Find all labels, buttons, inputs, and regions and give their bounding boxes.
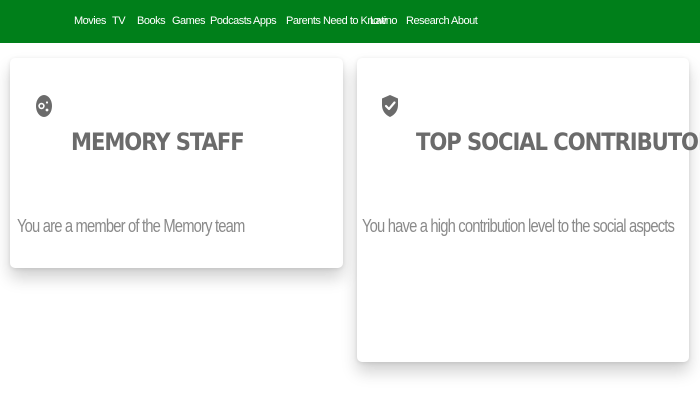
nav-item-about[interactable]: About [451,0,478,43]
nav-item-latino[interactable]: Latino [370,0,397,43]
badge-description: You have a high contribution level to th… [362,216,675,236]
nav-item-research[interactable]: Research [406,0,450,43]
nav-item-apps[interactable]: Apps [253,0,277,43]
badge-title: MEMORY STAFF [71,128,245,156]
nav-item-podcasts[interactable]: Podcasts [210,0,252,43]
nav-item-books[interactable]: Books [137,0,166,43]
badge-card-top-social-contributor: TOP SOCIAL CONTRIBUTOR You have a high c… [357,58,700,362]
shield-check-icon [381,94,399,118]
badge-card-memory-staff: MEMORY STAFF You are a member of the Mem… [10,58,343,268]
nav-item-movies[interactable]: Movies [74,0,106,43]
memory-staff-icon [35,94,53,118]
badge-description: You are a member of the Memory team [17,216,245,236]
nav-item-games[interactable]: Games [172,0,205,43]
badge-title: TOP SOCIAL CONTRIBUTOR [416,128,700,156]
nav-item-tv[interactable]: TV [112,0,126,43]
top-navigation-bar: Movies TV Books Games Podcasts Apps Pare… [0,0,700,43]
